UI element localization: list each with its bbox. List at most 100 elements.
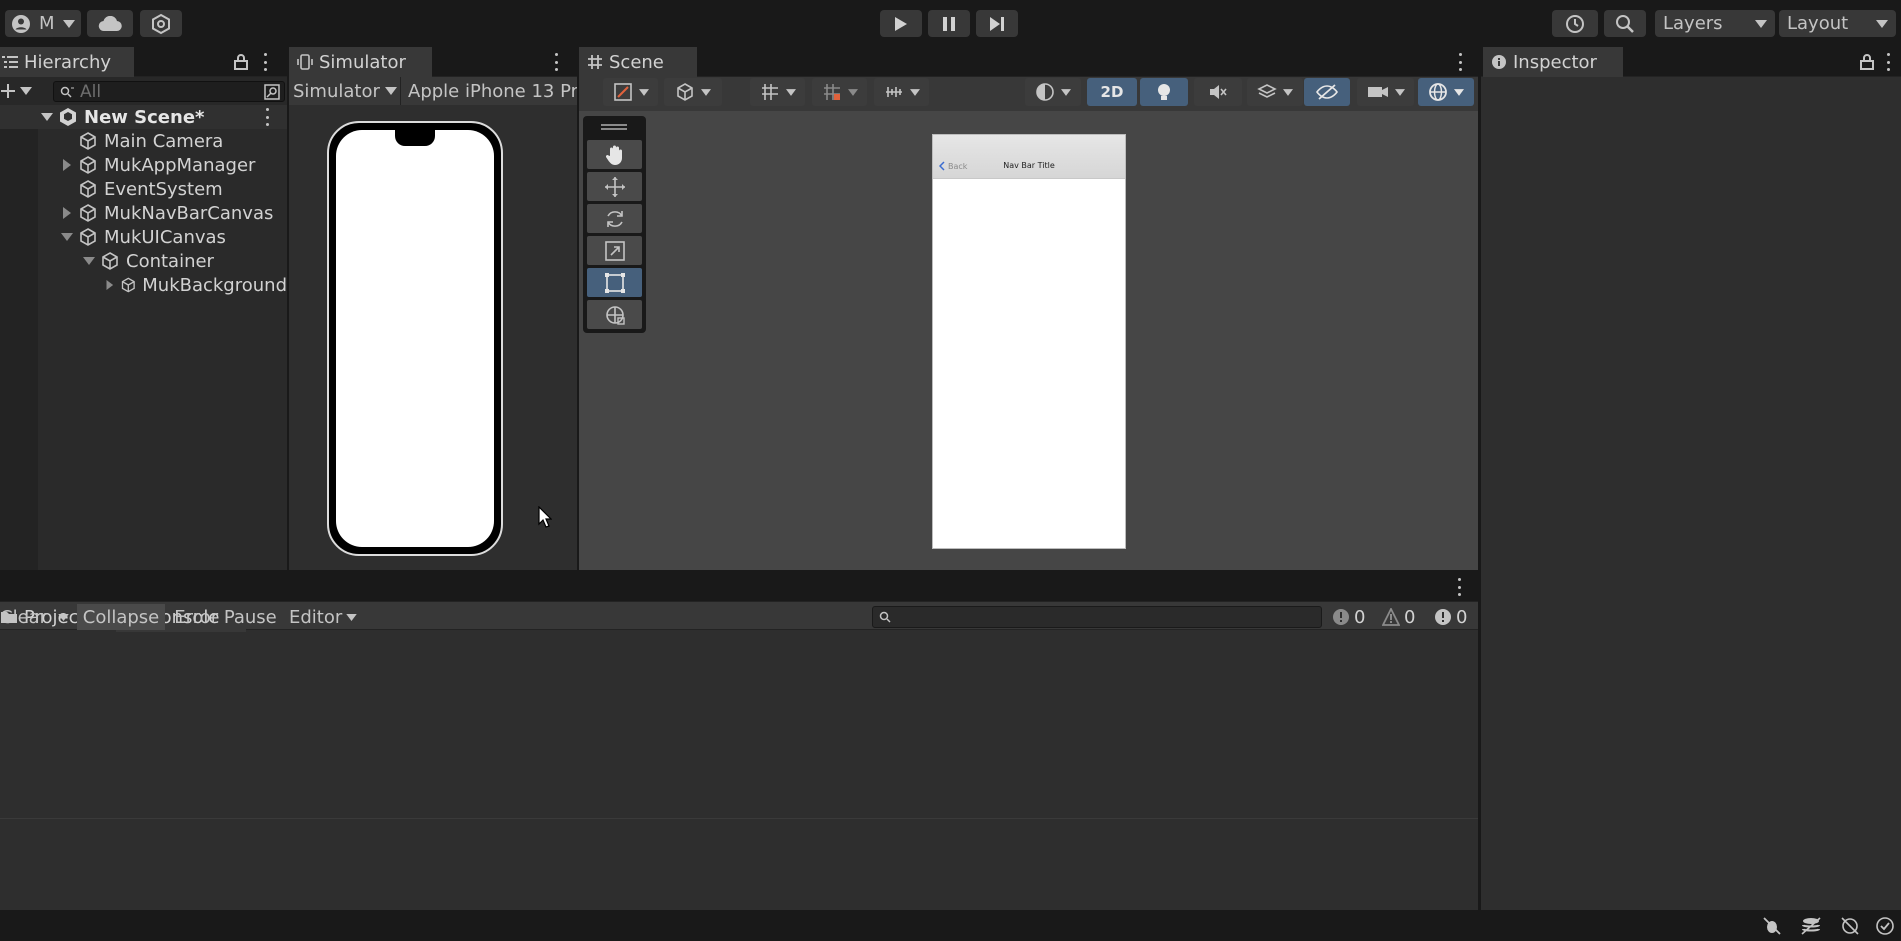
panel-divider[interactable] xyxy=(577,47,579,570)
hierarchy-search-input[interactable]: All xyxy=(53,81,285,102)
pause-button[interactable] xyxy=(928,10,970,37)
grid-snap-dropdown[interactable] xyxy=(750,78,805,106)
tab-inspector[interactable]: Inspector xyxy=(1483,47,1623,77)
hierarchy-item[interactable]: MukBackground xyxy=(104,273,287,297)
gizmos-dropdown[interactable] xyxy=(1418,78,1474,106)
grid-snap-icon xyxy=(761,84,778,100)
hand-icon xyxy=(605,145,622,165)
panel-divider[interactable] xyxy=(287,47,289,570)
audio-toggle[interactable] xyxy=(1194,78,1242,106)
step-icon xyxy=(990,16,1004,31)
panel-divider[interactable] xyxy=(1478,47,1481,910)
error-pause-toggle[interactable]: Error Pause xyxy=(169,604,282,630)
scene-canvas-preview[interactable]: Back Nav Bar Title xyxy=(932,134,1126,549)
undo-history-button[interactable] xyxy=(1552,10,1598,37)
ruler-dropdown[interactable] xyxy=(874,78,929,106)
effects-layers-icon xyxy=(1257,84,1277,98)
scene-visibility-toggle[interactable] xyxy=(1304,78,1350,106)
warning-count-badge[interactable]: 0 xyxy=(1382,604,1415,630)
hierarchy-item[interactable]: EventSystem xyxy=(78,177,223,201)
info-count-badge[interactable]: 0 xyxy=(1332,604,1365,630)
cache-server-icon[interactable] xyxy=(1800,916,1822,936)
rotate-tool-button[interactable] xyxy=(587,204,642,233)
rect-tool-button[interactable] xyxy=(587,268,642,297)
2d-mode-button[interactable]: 2D xyxy=(1087,78,1137,106)
lock-icon[interactable] xyxy=(1860,54,1874,70)
scene-menu-icon[interactable] xyxy=(1457,53,1463,71)
tab-hierarchy[interactable]: Hierarchy xyxy=(0,47,134,77)
phone-notch xyxy=(395,128,435,146)
debug-bug-icon[interactable] xyxy=(1762,916,1782,936)
inspector-menu-icon[interactable] xyxy=(1885,53,1891,71)
hierarchy-menu-icon[interactable] xyxy=(262,53,268,71)
clear-dropdown[interactable]: Clear xyxy=(0,604,73,630)
hierarchy-item[interactable]: Main Camera xyxy=(78,129,223,153)
status-bar xyxy=(0,910,1901,941)
move-arrows-icon xyxy=(604,176,625,197)
history-icon xyxy=(1566,14,1584,33)
simulator-mode-label: Simulator xyxy=(293,80,380,102)
simulator-mode-dropdown[interactable]: Simulator xyxy=(293,79,397,103)
cloud-button[interactable] xyxy=(87,10,133,37)
check-circle-icon[interactable] xyxy=(1875,916,1895,936)
expanded-arrow-icon xyxy=(41,113,53,121)
camera-icon xyxy=(1367,87,1388,97)
hand-tool-button[interactable] xyxy=(587,140,642,169)
scene-row[interactable]: New Scene* xyxy=(40,105,287,129)
unity-services-icon xyxy=(152,13,170,34)
search-button[interactable] xyxy=(1604,10,1646,37)
scale-tool-button[interactable] xyxy=(587,236,642,265)
layout-dropdown[interactable]: Layout xyxy=(1779,10,1896,37)
hierarchy-item[interactable]: MukNavBarCanvas xyxy=(60,201,273,225)
move-tool-button[interactable] xyxy=(587,172,642,201)
layers-dropdown[interactable]: Layers xyxy=(1655,10,1775,37)
hierarchy-item[interactable]: Container xyxy=(82,249,214,273)
overlay-drag-handle[interactable] xyxy=(601,124,627,126)
phone-screen[interactable] xyxy=(336,130,494,547)
error-count-badge[interactable]: 0 xyxy=(1434,604,1467,630)
tab-simulator[interactable]: Simulator xyxy=(289,47,432,77)
draw-mode-dropdown[interactable] xyxy=(603,78,658,106)
clear-label: Clear xyxy=(0,606,48,628)
chevron-down-icon xyxy=(638,88,649,96)
services-button[interactable] xyxy=(140,10,182,37)
scene-menu-icon[interactable] xyxy=(264,108,270,126)
scene-grid-icon xyxy=(588,55,602,69)
info-count: 0 xyxy=(1354,606,1366,628)
overlay-drag-handle-line xyxy=(601,128,627,130)
shading-dropdown[interactable] xyxy=(1025,78,1081,106)
account-button[interactable]: M xyxy=(5,10,81,37)
transform-tool-button[interactable] xyxy=(587,300,642,329)
increment-snap-dropdown[interactable] xyxy=(812,78,867,106)
collapse-toggle[interactable]: Collapse xyxy=(77,604,165,630)
lighting-toggle[interactable] xyxy=(1140,78,1188,106)
account-initial: M xyxy=(39,13,55,34)
console-tabbar xyxy=(0,572,1479,602)
simulator-menu-icon[interactable] xyxy=(553,53,559,71)
create-button[interactable] xyxy=(0,81,40,101)
editor-dropdown[interactable]: Editor xyxy=(286,604,364,630)
gameobject-cube-icon xyxy=(80,156,96,174)
step-button[interactable] xyxy=(976,10,1018,37)
progress-globe-icon[interactable] xyxy=(1840,916,1860,936)
nav-bar-title: Nav Bar Title xyxy=(1003,161,1055,170)
gameobject-cube-icon xyxy=(121,277,135,293)
lock-icon[interactable] xyxy=(234,54,248,70)
effects-dropdown[interactable] xyxy=(1247,78,1303,106)
panel-divider[interactable] xyxy=(0,570,1478,572)
tab-scene[interactable]: Scene xyxy=(579,47,697,77)
hierarchy-item[interactable]: MukUICanvas xyxy=(60,225,226,249)
camera-dropdown[interactable] xyxy=(1357,78,1414,106)
console-search-input[interactable] xyxy=(872,606,1322,628)
console-menu-icon[interactable] xyxy=(1456,578,1462,596)
search-by-type-icon[interactable] xyxy=(264,84,280,100)
device-dropdown[interactable]: Apple iPhone 13 Pro xyxy=(408,79,577,103)
play-button[interactable] xyxy=(880,10,922,37)
render-mode-dropdown[interactable] xyxy=(664,78,722,106)
lightbulb-icon xyxy=(1158,84,1170,100)
gameobject-cube-icon xyxy=(102,252,118,270)
chevron-down-icon xyxy=(20,87,32,95)
hierarchy-item[interactable]: MukAppManager xyxy=(60,153,255,177)
hierarchy-icon xyxy=(2,56,18,68)
chevron-down-icon xyxy=(1876,19,1888,28)
